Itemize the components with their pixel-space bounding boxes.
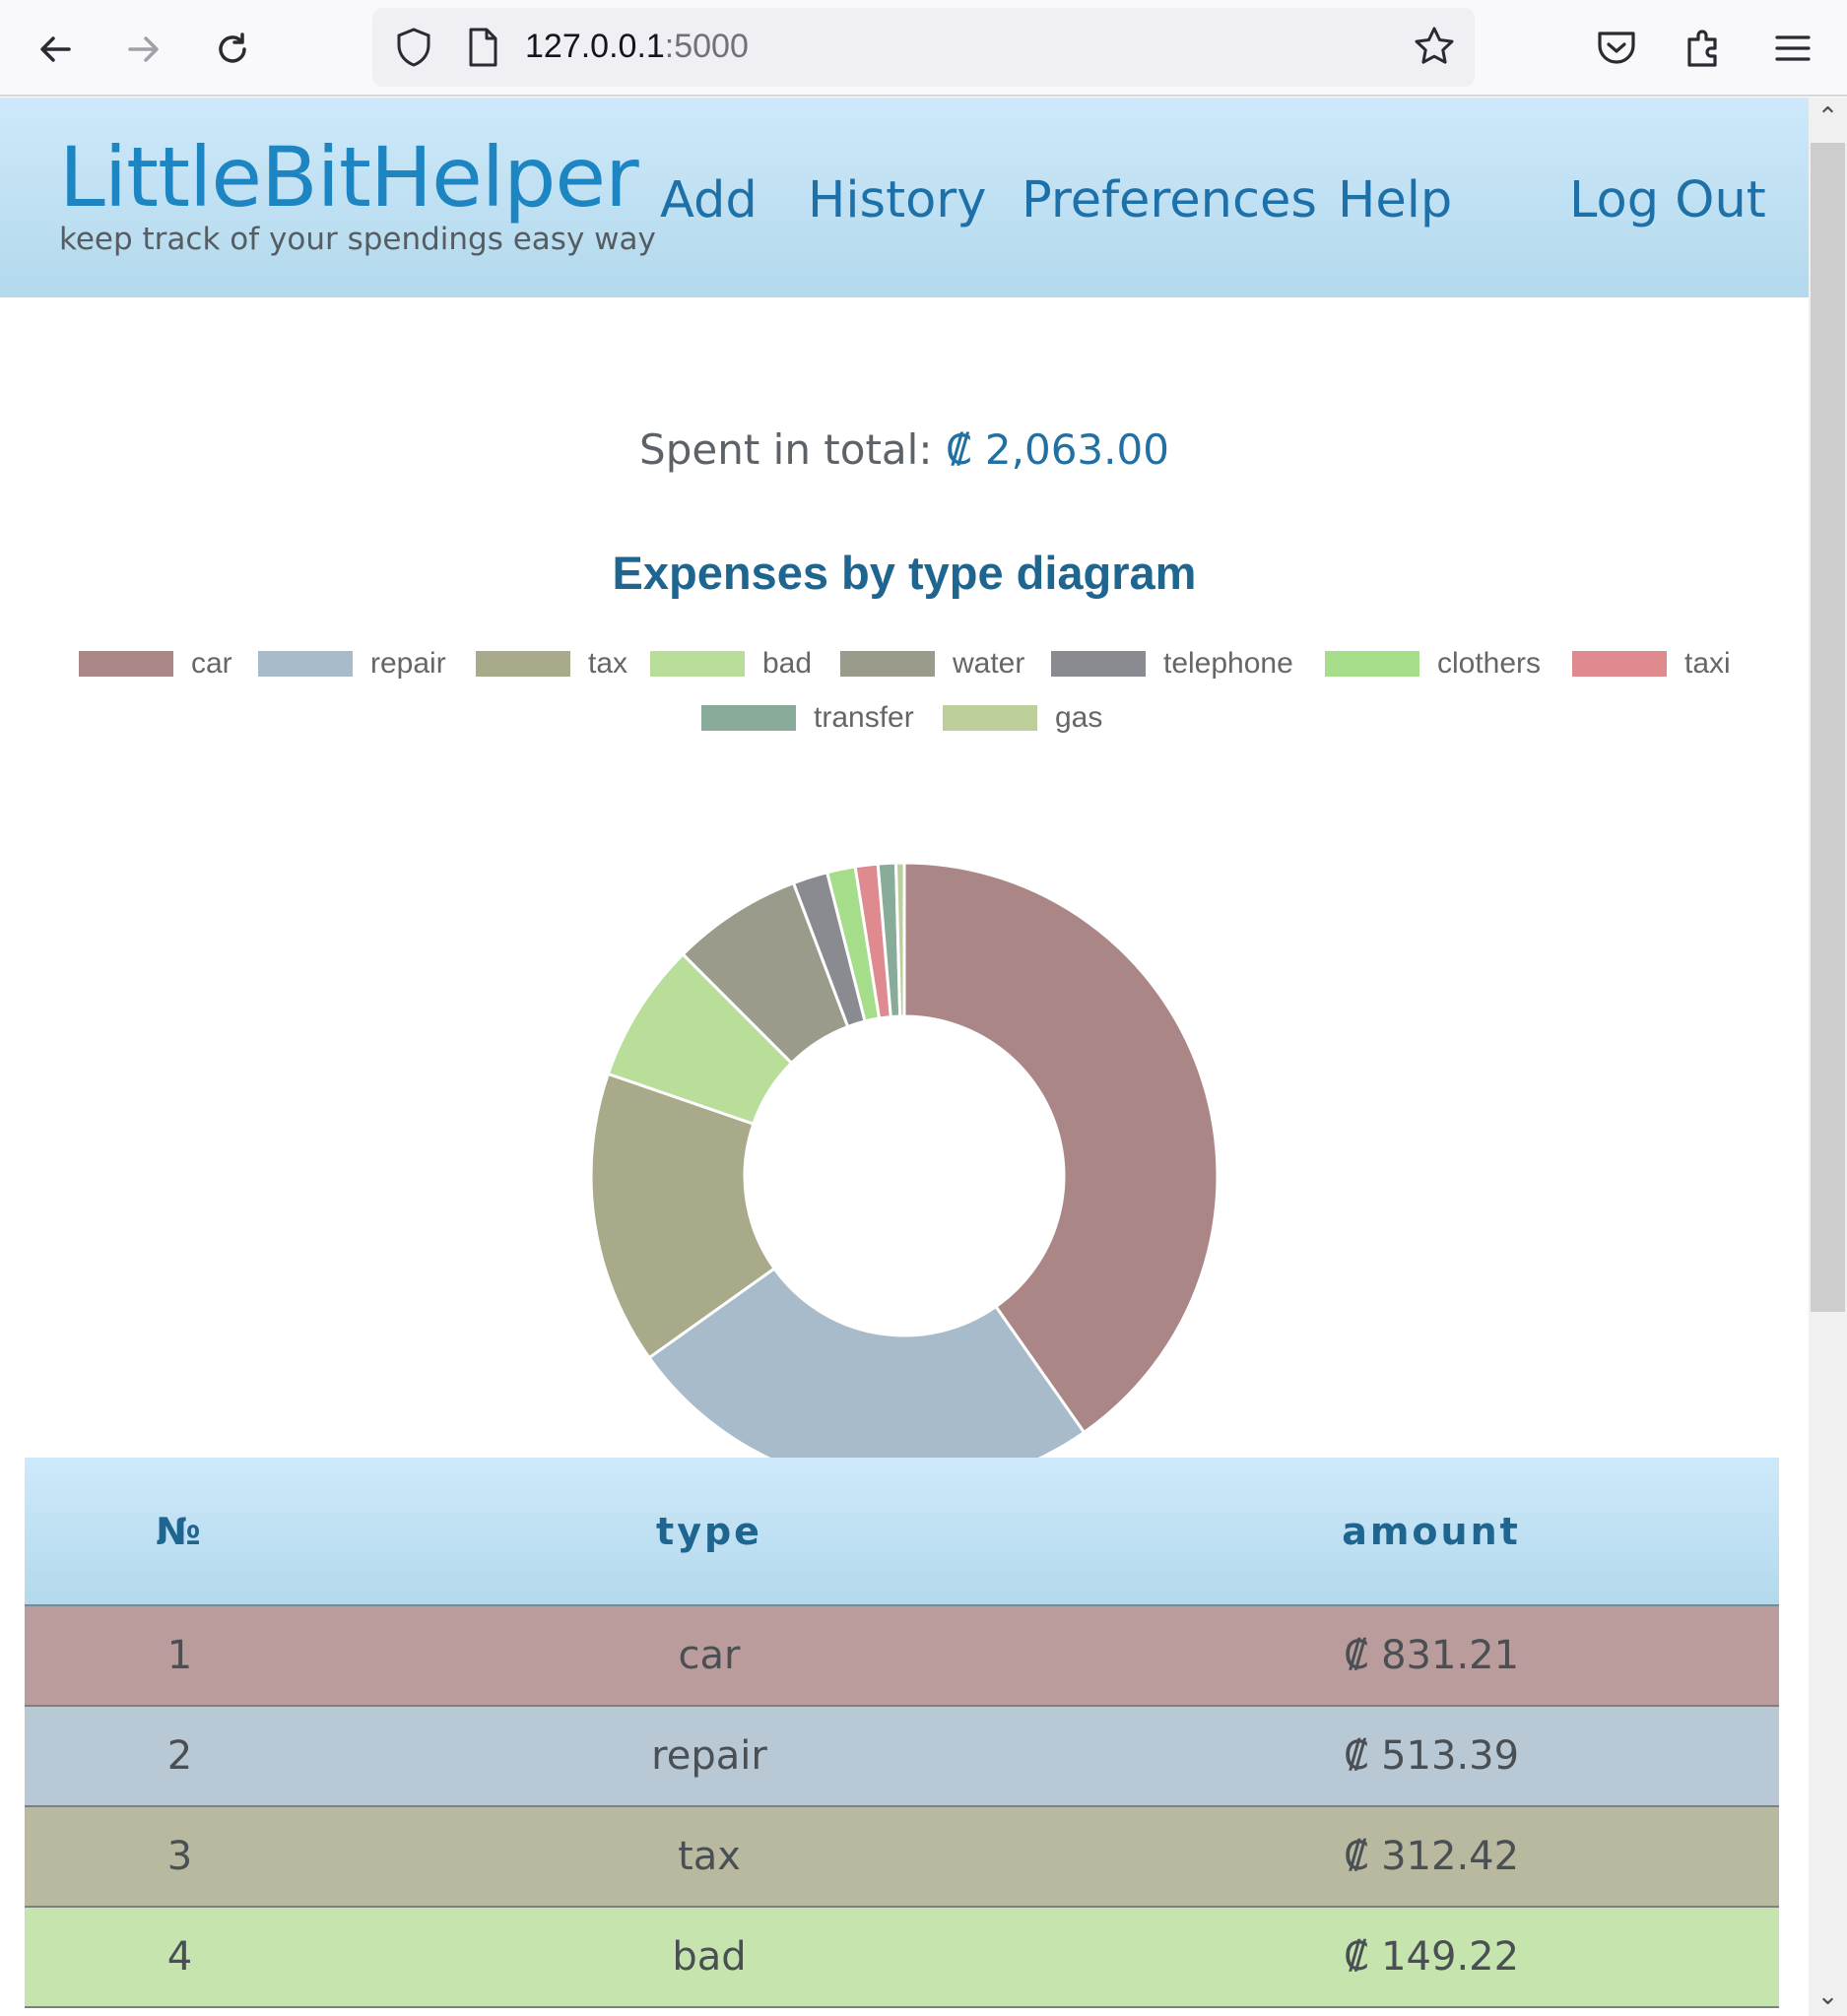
legend-item-telephone[interactable]: telephone: [1051, 644, 1293, 683]
cell-num: 1: [25, 1605, 335, 1707]
legend-item-clothers[interactable]: clothers: [1325, 644, 1541, 683]
cell-num: 4: [25, 1907, 335, 2008]
legend-row: transfer gas: [0, 698, 1809, 738]
browser-toolbar: 127.0.0.1:5000: [0, 0, 1847, 97]
legend-item-car[interactable]: car: [79, 644, 232, 683]
scroll-down-icon[interactable]: ⌄: [1809, 1977, 1847, 2016]
page-icon: [469, 28, 497, 67]
total-label: Spent in total:: [639, 425, 933, 474]
cell-type: car: [335, 1605, 1084, 1707]
legend-swatch: [1325, 651, 1419, 677]
legend-label: car: [191, 647, 232, 680]
scroll-thumb[interactable]: [1811, 143, 1845, 1312]
cell-type: repair: [335, 1706, 1084, 1807]
table-header-row: № type amount: [25, 1458, 1779, 1606]
legend-item-water[interactable]: water: [840, 644, 1024, 683]
nav-history[interactable]: History: [808, 171, 986, 229]
extensions-icon[interactable]: [1680, 24, 1729, 73]
legend-swatch: [1572, 651, 1667, 677]
table-row: 4 bad ₡ 149.22: [25, 1907, 1779, 2008]
expenses-table: № type amount 1 car ₡ 831.21 2 repair ₡ 513.3…: [25, 1458, 1779, 2008]
cell-amount: ₡ 831.21: [1084, 1605, 1779, 1707]
shield-icon[interactable]: [392, 26, 435, 69]
nav-logout[interactable]: Log Out: [1569, 171, 1766, 229]
legend-label: taxi: [1684, 647, 1731, 680]
legend-swatch: [943, 705, 1037, 731]
url-text[interactable]: 127.0.0.1:5000: [525, 28, 749, 66]
legend-label: water: [953, 647, 1025, 680]
legend-label: repair: [370, 647, 446, 680]
legend-swatch: [476, 651, 570, 677]
legend-item-taxi[interactable]: taxi: [1572, 644, 1731, 683]
back-icon[interactable]: [28, 22, 83, 77]
cell-num: 3: [25, 1806, 335, 1908]
menu-icon[interactable]: [1768, 24, 1817, 73]
legend-swatch: [701, 705, 796, 731]
legend-swatch: [650, 651, 745, 677]
legend-label: tax: [588, 647, 628, 680]
legend-label: clothers: [1437, 647, 1542, 680]
table-row: 2 repair ₡ 513.39: [25, 1706, 1779, 1807]
legend-swatch: [840, 651, 935, 677]
cell-amount: ₡ 312.42: [1084, 1806, 1779, 1908]
legend-label: transfer: [814, 701, 914, 734]
doughnut-chart: [589, 861, 1220, 1491]
table-row: 3 tax ₡ 312.42: [25, 1806, 1779, 1908]
cell-type: bad: [335, 1907, 1084, 2008]
site-header: LittleBitHelper keep track of your spend…: [0, 98, 1809, 297]
legend-item-repair[interactable]: repair: [258, 644, 446, 683]
nav-preferences[interactable]: Preferences: [1022, 171, 1317, 229]
table-row: 1 car ₡ 831.21: [25, 1605, 1779, 1707]
bookmark-star-icon[interactable]: [1412, 24, 1457, 69]
legend-swatch: [79, 651, 173, 677]
header-type: type: [335, 1458, 1084, 1606]
legend-swatch: [1051, 651, 1146, 677]
vertical-scrollbar[interactable]: ⌃ ⌄: [1809, 98, 1847, 2016]
forward-icon[interactable]: [116, 22, 171, 77]
tagline: keep track of your spendings easy way: [59, 222, 656, 257]
nav-add[interactable]: Add: [660, 171, 758, 229]
legend-label: gas: [1055, 701, 1103, 734]
header-num: №: [25, 1458, 335, 1606]
chart-title: Expenses by type diagram: [612, 547, 1197, 599]
legend-item-bad[interactable]: bad: [650, 644, 812, 683]
scroll-up-icon[interactable]: ⌃: [1809, 98, 1847, 137]
header-amount: amount: [1084, 1458, 1779, 1606]
nav-help[interactable]: Help: [1338, 171, 1452, 229]
reload-icon[interactable]: [205, 22, 260, 77]
legend-item-tax[interactable]: tax: [476, 644, 627, 683]
cell-num: 2: [25, 1706, 335, 1807]
legend-row: car repair tax bad water telephone clothers tax…: [0, 644, 1809, 683]
legend-swatch: [258, 651, 353, 677]
total-amount: ₡ 2,063.00: [945, 425, 1169, 474]
cell-amount: ₡ 149.22: [1084, 1907, 1779, 2008]
legend-label: telephone: [1163, 647, 1293, 680]
cell-type: tax: [335, 1806, 1084, 1908]
legend-item-gas[interactable]: gas: [943, 698, 1102, 738]
cell-amount: ₡ 513.39: [1084, 1706, 1779, 1807]
address-bar[interactable]: 127.0.0.1:5000: [372, 8, 1475, 87]
brand-logo[interactable]: LittleBitHelper: [59, 129, 639, 226]
total-spent: Spent in total: ₡ 2,063.00: [0, 425, 1809, 474]
legend-item-transfer[interactable]: transfer: [701, 698, 914, 738]
pocket-icon[interactable]: [1592, 24, 1641, 73]
legend-label: bad: [762, 647, 813, 680]
page: LittleBitHelper keep track of your spend…: [0, 98, 1809, 2016]
